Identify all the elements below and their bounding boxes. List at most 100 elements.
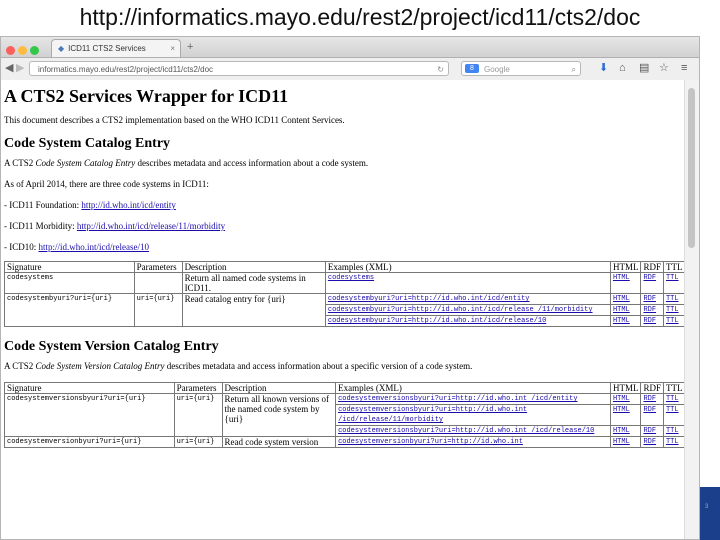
download-icon[interactable]: ⬇ bbox=[599, 61, 608, 76]
minimize-window-button[interactable] bbox=[18, 46, 27, 55]
signature-cell: codesystems bbox=[4, 272, 135, 294]
section-description: A CTS2 Code System Version Catalog Entry… bbox=[4, 361, 473, 371]
table-row: codesystems Return all named code system… bbox=[4, 272, 685, 294]
browser-window: ◆ ICD11 CTS2 Services × + ◀ ▶ informatics… bbox=[0, 36, 700, 540]
rdf-cell: RDF bbox=[640, 293, 664, 305]
html-cell: HTML bbox=[609, 293, 642, 305]
ttl-link[interactable]: TTL bbox=[666, 306, 679, 314]
example-link[interactable]: codesystemversionbyuri?uri=http://id.who… bbox=[338, 438, 523, 446]
section-heading-code-system-version: Code System Version Catalog Entry bbox=[4, 339, 219, 354]
vertical-scrollbar[interactable] bbox=[684, 80, 699, 539]
code-system-link[interactable]: http://id.who.int/icd/release/11/morbidi… bbox=[77, 221, 225, 231]
table-row: codesystemversionbyuri?uri={uri} uri={ur… bbox=[4, 436, 685, 448]
column-header: Parameters bbox=[133, 261, 183, 273]
ttl-cell: TTL bbox=[662, 304, 685, 316]
forward-button[interactable]: ▶ bbox=[16, 61, 24, 76]
example-link[interactable]: codesystembyuri?uri=http://id.who.int/ic… bbox=[328, 295, 530, 303]
description-cell: Read code system version bbox=[221, 436, 337, 448]
html-link[interactable]: HTML bbox=[613, 406, 630, 414]
example-link[interactable]: codesystembyuri?uri=http://id.who.int/ic… bbox=[328, 306, 593, 314]
example-link[interactable]: codesystemversionsbyuri?uri=http://id.wh… bbox=[338, 406, 527, 424]
scrollbar-thumb[interactable] bbox=[688, 88, 695, 248]
table-header-row: Signature Parameters Description Example… bbox=[4, 382, 685, 394]
code-system-link[interactable]: http://id.who.int/icd/entity bbox=[81, 200, 176, 210]
slide-number-bar: 3 bbox=[700, 487, 720, 540]
html-link[interactable]: HTML bbox=[613, 317, 630, 325]
html-link[interactable]: HTML bbox=[613, 274, 630, 282]
parameters-cell: uri={uri} bbox=[133, 293, 183, 327]
html-link[interactable]: HTML bbox=[613, 306, 630, 314]
tab-close-icon[interactable]: × bbox=[170, 40, 175, 58]
ttl-link[interactable]: TTL bbox=[666, 395, 679, 403]
menu-icon[interactable]: ≡ bbox=[681, 61, 687, 76]
ttl-link[interactable]: TTL bbox=[666, 317, 679, 325]
rdf-link[interactable]: RDF bbox=[643, 406, 656, 414]
ttl-link[interactable]: TTL bbox=[666, 427, 679, 435]
rdf-link[interactable]: RDF bbox=[643, 274, 656, 282]
rdf-link[interactable]: RDF bbox=[643, 295, 656, 303]
back-button[interactable]: ◀ bbox=[5, 61, 13, 76]
html-link[interactable]: HTML bbox=[613, 395, 630, 403]
new-tab-button[interactable]: + bbox=[187, 39, 193, 55]
rdf-cell: RDF bbox=[640, 315, 664, 327]
code-system-link[interactable]: http://id.who.int/icd/release/10 bbox=[39, 242, 149, 252]
column-header: Parameters bbox=[173, 382, 223, 394]
rdf-link[interactable]: RDF bbox=[643, 395, 656, 403]
rdf-link[interactable]: RDF bbox=[643, 438, 656, 446]
code-systems-intro: As of April 2014, there are three code s… bbox=[4, 179, 209, 189]
table-header-row: Signature Parameters Description Example… bbox=[4, 261, 685, 273]
rdf-cell: RDF bbox=[640, 393, 664, 405]
tab-active[interactable]: ◆ ICD11 CTS2 Services × bbox=[51, 39, 181, 57]
rdf-link[interactable]: RDF bbox=[643, 317, 656, 325]
bookmark-star-icon[interactable]: ☆ bbox=[659, 61, 669, 76]
column-header: TTL bbox=[662, 382, 685, 394]
home-icon[interactable]: ⌂ bbox=[619, 61, 626, 76]
code-system-item: - ICD11 Foundation: http://id.who.int/ic… bbox=[4, 200, 176, 210]
search-engine-icon[interactable]: 8 bbox=[465, 64, 479, 73]
ttl-cell: TTL bbox=[662, 272, 685, 294]
rdf-link[interactable]: RDF bbox=[643, 306, 656, 314]
table-row: codesystemversionsbyuri?uri={uri} uri={u… bbox=[4, 393, 685, 437]
signature-cell: codesystemversionbyuri?uri={uri} bbox=[4, 436, 175, 448]
examples-cell: codesystemversionsbyuri?uri=http://id.wh… bbox=[335, 425, 611, 437]
example-link[interactable]: codesystemversionsbyuri?uri=http://id.wh… bbox=[338, 395, 577, 403]
description-cell: Return all named code systems in ICD11. bbox=[181, 272, 326, 294]
section-description: A CTS2 Code System Catalog Entry describ… bbox=[4, 158, 369, 168]
ttl-link[interactable]: TTL bbox=[666, 438, 679, 446]
example-link[interactable]: codesystems bbox=[328, 274, 374, 282]
examples-cell: codesystems bbox=[324, 272, 611, 294]
example-link[interactable]: codesystembyuri?uri=http://id.who.int/ic… bbox=[328, 317, 546, 325]
html-cell: HTML bbox=[609, 315, 642, 327]
html-link[interactable]: HTML bbox=[613, 438, 630, 446]
table-row: codesystembyuri?uri={uri} uri={uri} Read… bbox=[4, 293, 685, 327]
search-box[interactable]: 8 Google ⌕ bbox=[461, 61, 581, 76]
page-heading: A CTS2 Services Wrapper for ICD11 bbox=[4, 86, 289, 106]
example-link[interactable]: codesystemversionsbyuri?uri=http://id.wh… bbox=[338, 427, 594, 435]
page-content: A CTS2 Services Wrapper for ICD11 This d… bbox=[1, 80, 685, 539]
rdf-cell: RDF bbox=[640, 304, 664, 316]
address-bar[interactable]: informatics.mayo.edu/rest2/project/icd11… bbox=[29, 61, 449, 76]
reload-icon[interactable]: ↻ bbox=[437, 62, 444, 75]
examples-cell: codesystembyuri?uri=http://id.who.int/ic… bbox=[324, 304, 611, 316]
rdf-cell: RDF bbox=[640, 436, 664, 448]
signature-cell: codesystemversionsbyuri?uri={uri} bbox=[4, 393, 175, 437]
ttl-link[interactable]: TTL bbox=[666, 406, 679, 414]
html-cell: HTML bbox=[609, 425, 642, 437]
bookmarks-icon[interactable]: ▤ bbox=[639, 61, 649, 76]
column-header: HTML bbox=[609, 382, 642, 394]
ttl-link[interactable]: TTL bbox=[666, 295, 679, 303]
column-header: Signature bbox=[4, 261, 135, 273]
column-header: TTL bbox=[662, 261, 685, 273]
search-icon[interactable]: ⌕ bbox=[572, 62, 576, 77]
parameters-cell: uri={uri} bbox=[173, 436, 223, 448]
examples-cell: codesystembyuri?uri=http://id.who.int/ic… bbox=[324, 293, 611, 305]
slide-number: 3 bbox=[705, 504, 709, 510]
column-header: RDF bbox=[640, 261, 664, 273]
html-link[interactable]: HTML bbox=[613, 295, 630, 303]
rdf-link[interactable]: RDF bbox=[643, 427, 656, 435]
zoom-window-button[interactable] bbox=[30, 46, 39, 55]
close-window-button[interactable] bbox=[6, 46, 15, 55]
ttl-link[interactable]: TTL bbox=[666, 274, 679, 282]
html-link[interactable]: HTML bbox=[613, 427, 630, 435]
slide-title: http://informatics.mayo.edu/rest2/projec… bbox=[79, 4, 641, 30]
